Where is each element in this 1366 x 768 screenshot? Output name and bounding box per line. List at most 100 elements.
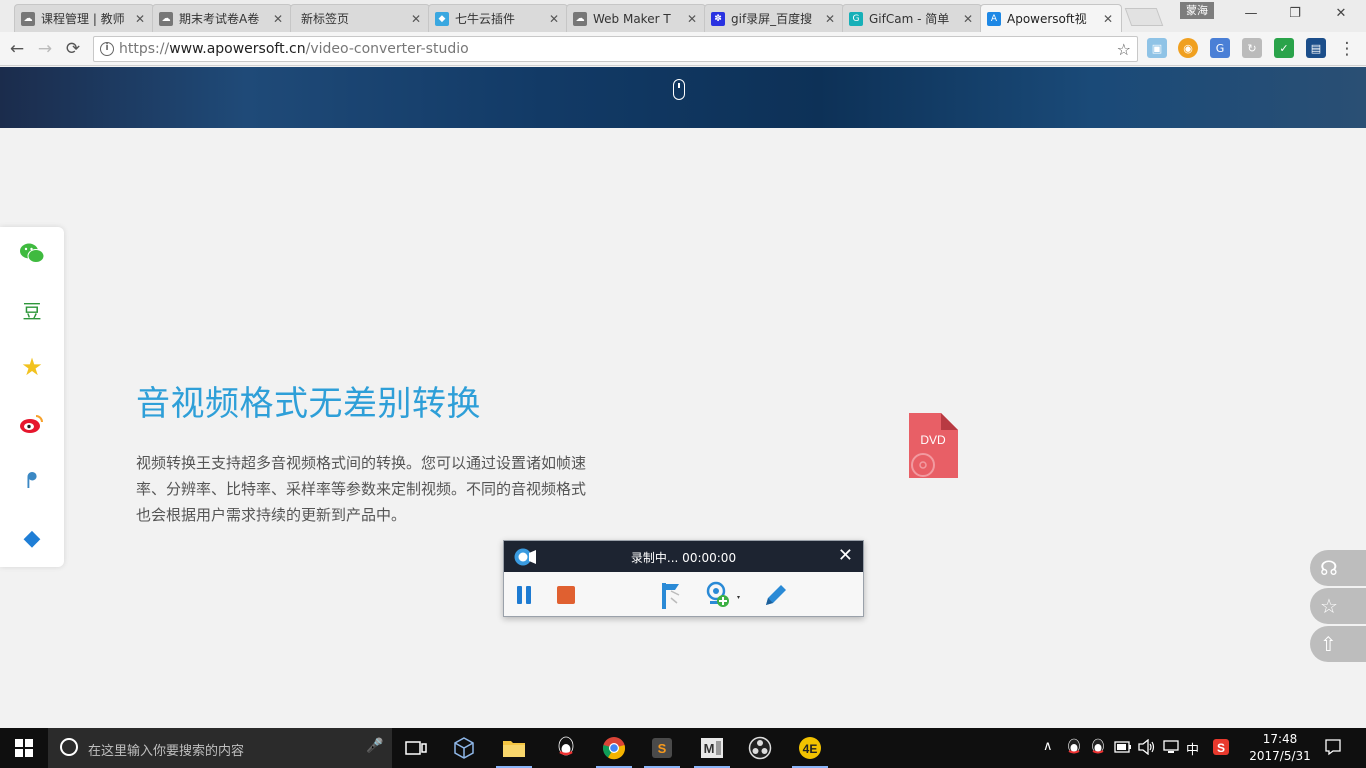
sublime-text-icon[interactable]: S [638, 728, 686, 768]
dvd-file-icon: DVD [909, 413, 958, 478]
tab-gifcam[interactable]: G GifCam - 简单 ✕ [842, 4, 982, 32]
recorder-close-button[interactable]: ✕ [838, 546, 853, 566]
tab-label: 新标签页 [301, 12, 350, 26]
weibo-icon[interactable] [18, 410, 46, 438]
taskbar-search-box[interactable]: 在这里输入你要搜索的内容 🎤 [48, 728, 392, 768]
tab-course-management[interactable]: ☁ 课程管理 | 教师 ✕ [14, 4, 154, 32]
chrome-icon[interactable] [590, 728, 638, 768]
cortana-icon [60, 738, 78, 756]
qq-penguin-icon[interactable] [542, 728, 590, 768]
qzone-star-icon[interactable]: ★ [18, 353, 46, 381]
back-button[interactable]: ← [6, 38, 28, 60]
menu-icon[interactable]: ⋮ [1336, 38, 1358, 60]
svg-text:S: S [1217, 741, 1225, 755]
qq-tray-icon-2[interactable] [1090, 738, 1106, 760]
tab-final-exam[interactable]: ☁ 期末考试卷A卷 ✕ [152, 4, 292, 32]
address-bar[interactable]: i https://www.apowersoft.cn/video-conver… [93, 36, 1138, 62]
recorder-header: 录制中... 00:00:00 ✕ [504, 541, 863, 572]
tab-label: 课程管理 | 教师 [41, 12, 125, 26]
tab-label: 七牛云插件 [455, 12, 516, 26]
extension-eye-icon[interactable]: ◉ [1178, 38, 1198, 58]
url-text: https://www.apowersoft.cn/video-converte… [119, 41, 469, 57]
tab-qiniu[interactable]: ◆ 七牛云插件 ✕ [428, 4, 568, 32]
tab-close-icon[interactable]: ✕ [271, 12, 285, 26]
tencent-weibo-icon[interactable]: ᖰ [18, 467, 46, 495]
favorite-star-icon[interactable]: ☆ [1310, 588, 1366, 624]
battery-icon[interactable] [1114, 740, 1132, 758]
qq-tray-icon[interactable] [1066, 738, 1082, 760]
windows-taskbar: 在这里输入你要搜索的内容 🎤 S M 4E ∧ 中 S 17:48 2017/5… [0, 728, 1366, 768]
virtualbox-cube-icon[interactable] [440, 728, 488, 768]
gifcam-icon: G [849, 11, 863, 26]
microphone-icon[interactable]: 🎤 [366, 738, 383, 754]
search-placeholder: 在这里输入你要搜索的内容 [88, 744, 245, 759]
restore-button[interactable]: ❐ [1280, 6, 1310, 21]
network-icon[interactable] [1162, 739, 1180, 759]
hero-title: 音视频格式无差别转换 [136, 384, 481, 424]
tab-strip: ☁ 课程管理 | 教师 ✕ ☁ 期末考试卷A卷 ✕ 新标签页 ✕ ◆ 七牛云插件… [0, 0, 1366, 32]
close-window-button[interactable]: ✕ [1326, 6, 1356, 21]
tab-close-icon[interactable]: ✕ [133, 12, 147, 26]
volume-icon[interactable] [1138, 738, 1156, 759]
tab-apowersoft[interactable]: A Apowersoft视 ✕ [980, 4, 1122, 32]
tab-new-tab[interactable]: 新标签页 ✕ [290, 4, 430, 32]
tab-close-icon[interactable]: ✕ [961, 12, 975, 26]
extension-screenshot-icon[interactable]: ▣ [1147, 38, 1167, 58]
system-clock[interactable]: 17:48 2017/5/31 [1240, 731, 1320, 765]
forward-button[interactable]: → [34, 38, 56, 60]
tab-label: Apowersoft视 [1007, 12, 1087, 26]
rocket-top-icon[interactable]: ⇧ [1310, 626, 1366, 662]
sogou-input-icon[interactable]: S [1212, 738, 1230, 760]
task-view-icon[interactable] [392, 728, 440, 768]
scroll-mouse-icon[interactable] [673, 79, 685, 100]
extension-folder-icon[interactable]: ▤ [1306, 38, 1326, 58]
support-headset-icon[interactable]: ☊ [1310, 550, 1366, 586]
svg-text:4E: 4E [803, 742, 818, 756]
apowersoft-recorder-icon[interactable]: 4E [786, 728, 834, 768]
cloud-icon: ☁ [573, 11, 587, 26]
obs-icon[interactable] [736, 728, 784, 768]
ime-language-indicator[interactable]: 中 [1186, 739, 1199, 758]
minimize-button[interactable]: — [1236, 6, 1266, 21]
tab-close-icon[interactable]: ✕ [409, 12, 423, 26]
windows-start-button[interactable] [0, 728, 48, 768]
region-marker-icon[interactable] [656, 581, 684, 609]
show-hidden-icons[interactable]: ∧ [1043, 739, 1053, 754]
webcam-add-button[interactable] [704, 581, 744, 609]
qiniu-icon: ◆ [435, 11, 449, 26]
extension-shield-icon[interactable]: ✓ [1274, 38, 1294, 58]
screen-recorder-widget: 录制中... 00:00:00 ✕ [503, 540, 864, 617]
tab-label: gif录屏_百度搜 [731, 12, 813, 26]
extension-sync-icon[interactable]: ↻ [1242, 38, 1262, 58]
tab-label: GifCam - 简单 [869, 12, 950, 26]
douban-icon[interactable]: 豆 [18, 296, 46, 324]
cloud-icon: ☁ [21, 11, 35, 26]
more-share-icon[interactable]: ◆ [18, 524, 46, 552]
clock-time: 17:48 [1262, 732, 1298, 746]
file-explorer-icon[interactable] [490, 728, 538, 768]
profile-badge[interactable]: 蒙海 [1180, 2, 1214, 19]
svg-text:S: S [658, 741, 667, 756]
tab-close-icon[interactable]: ✕ [823, 12, 837, 26]
action-center-icon[interactable] [1324, 738, 1342, 760]
tab-baidu-search[interactable]: ✽ gif录屏_百度搜 ✕ [704, 4, 844, 32]
tab-label: Web Maker T [593, 11, 671, 26]
tab-close-icon[interactable]: ✕ [1101, 12, 1115, 26]
tab-label: 期末考试卷A卷 [179, 12, 260, 26]
reload-button[interactable]: ⟳ [62, 38, 84, 60]
extension-translate-icon[interactable]: G [1210, 38, 1230, 58]
stop-button[interactable] [552, 581, 580, 609]
site-info-icon[interactable]: i [100, 42, 114, 56]
new-tab-button[interactable] [1124, 8, 1164, 26]
pen-annotate-icon[interactable] [762, 581, 790, 609]
pause-button[interactable] [510, 581, 538, 609]
recording-status: 录制中... 00:00:00 [630, 551, 737, 565]
tab-close-icon[interactable]: ✕ [685, 12, 699, 26]
markdown-editor-icon[interactable]: M [688, 728, 736, 768]
bookmark-star-icon[interactable]: ☆ [1117, 40, 1131, 59]
baidu-paw-icon: ✽ [711, 11, 725, 26]
tab-web-maker[interactable]: ☁ Web Maker T ✕ [566, 4, 706, 32]
tab-close-icon[interactable]: ✕ [547, 12, 561, 26]
clock-date: 2017/5/31 [1249, 749, 1311, 763]
wechat-icon[interactable] [18, 239, 46, 267]
